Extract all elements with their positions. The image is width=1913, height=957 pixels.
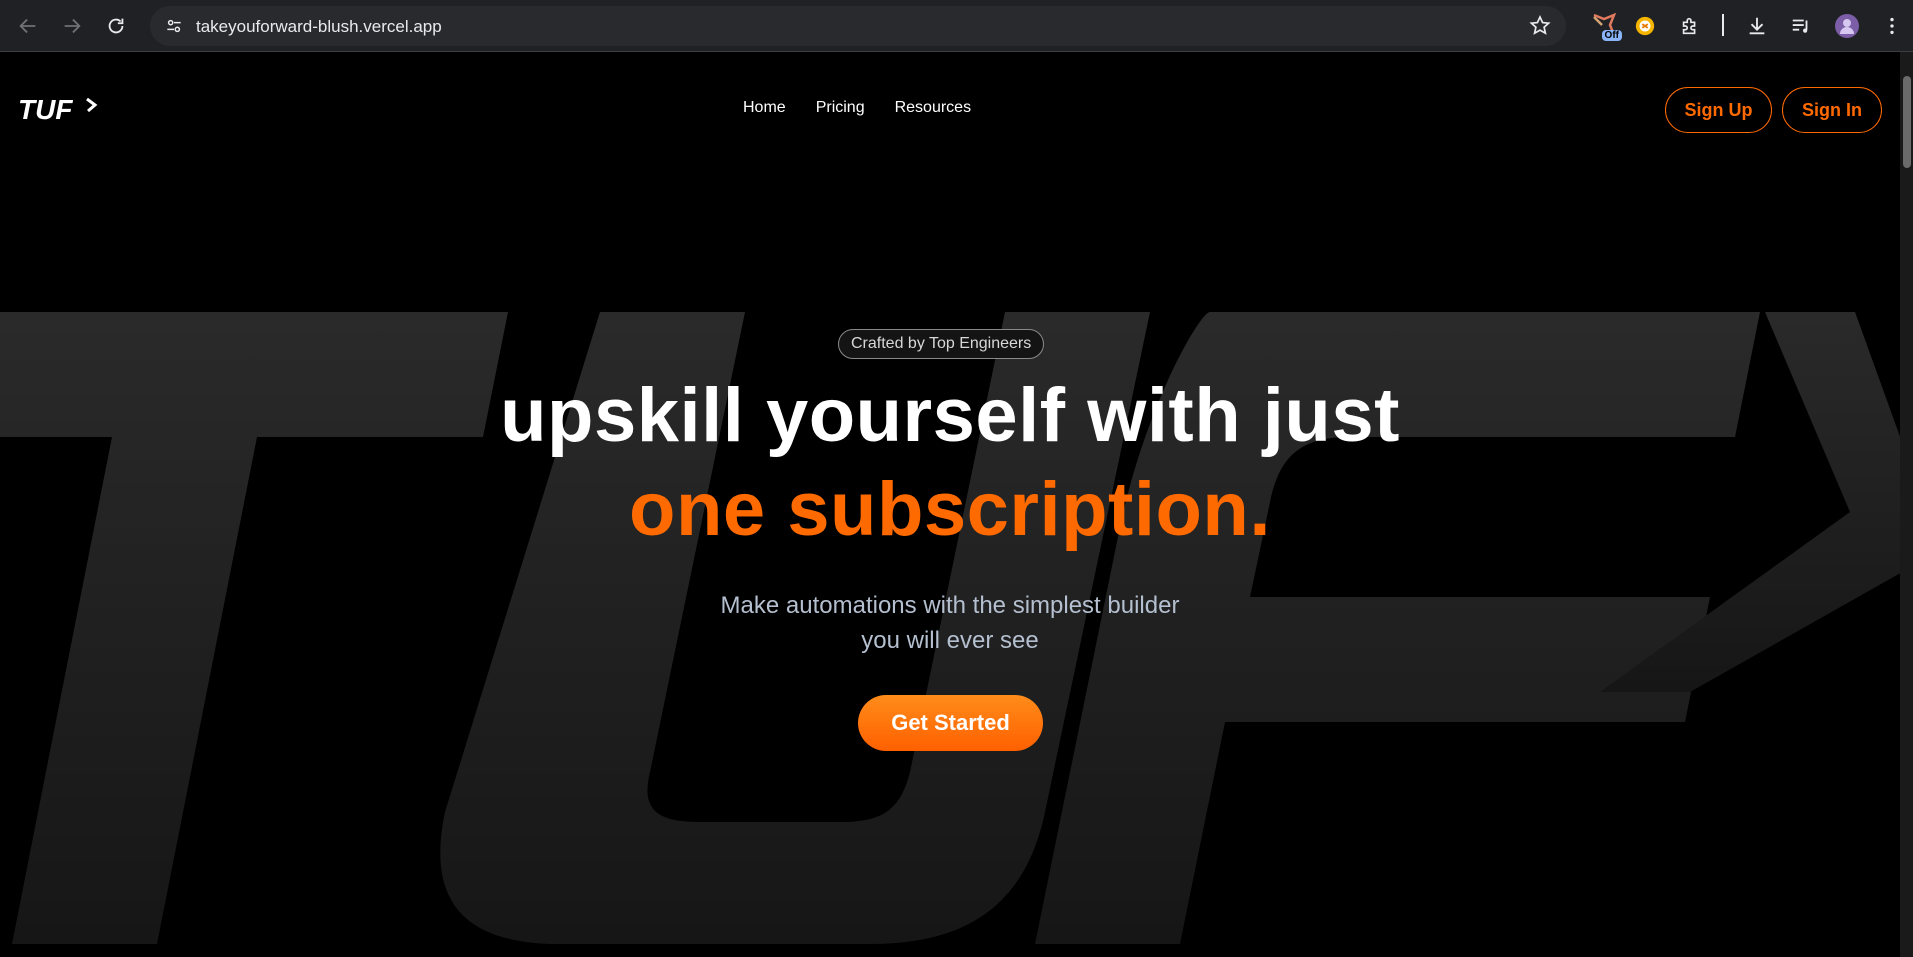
extension-off-badge: Off xyxy=(1601,30,1622,41)
site-info-icon[interactable] xyxy=(162,14,186,38)
browser-toolbar: takeyouforward-blush.vercel.app Off xyxy=(0,0,1913,52)
media-control-icon[interactable] xyxy=(1785,10,1817,42)
url-text[interactable]: takeyouforward-blush.vercel.app xyxy=(196,17,442,37)
reload-icon xyxy=(108,18,124,34)
toolbar-divider xyxy=(1722,14,1724,36)
back-button[interactable] xyxy=(12,10,44,42)
hero-subtext: Make automations with the simplest build… xyxy=(0,588,1900,658)
extension-off-icon[interactable]: Off xyxy=(1588,9,1622,43)
hero-headline-line1: upskill yourself with just xyxy=(500,373,1400,458)
profile-avatar-icon[interactable] xyxy=(1831,10,1863,42)
get-started-button[interactable]: Get Started xyxy=(858,695,1043,751)
sign-up-button[interactable]: Sign Up xyxy=(1665,87,1772,133)
extensions-puzzle-icon[interactable] xyxy=(1674,10,1706,42)
arrow-right-icon xyxy=(64,18,81,34)
scrollbar-thumb[interactable] xyxy=(1903,76,1911,168)
download-icon[interactable] xyxy=(1741,10,1773,42)
reload-button[interactable] xyxy=(100,10,132,42)
top-navigation: Home Pricing Resources xyxy=(743,99,971,117)
svg-text:TUF: TUF xyxy=(18,94,73,124)
sign-in-button[interactable]: Sign In xyxy=(1782,87,1882,133)
address-bar[interactable]: takeyouforward-blush.vercel.app xyxy=(150,6,1566,46)
tuf-logo[interactable]: TUF xyxy=(18,94,98,125)
forward-button[interactable] xyxy=(56,10,88,42)
tuf-logo-icon: TUF xyxy=(18,94,98,125)
browser-menu-icon[interactable] xyxy=(1876,10,1908,42)
page-scrollbar[interactable] xyxy=(1900,52,1913,957)
hero-subtext-line1: Make automations with the simplest build… xyxy=(720,592,1180,619)
page-viewport: TUF Home Pricing Resources Sign Up Sign … xyxy=(0,52,1900,957)
crafted-badge: Crafted by Top Engineers xyxy=(838,329,1045,359)
nav-home[interactable]: Home xyxy=(743,99,786,117)
arrow-left-icon xyxy=(19,18,36,34)
nav-resources[interactable]: Resources xyxy=(895,99,971,117)
hero-subtext-line2: you will ever see xyxy=(861,627,1039,654)
extension-emoji-icon[interactable] xyxy=(1629,10,1661,42)
hero-headline-line2: one subscription. xyxy=(629,467,1271,552)
nav-pricing[interactable]: Pricing xyxy=(816,99,865,117)
bookmark-star-icon[interactable] xyxy=(1528,14,1552,38)
